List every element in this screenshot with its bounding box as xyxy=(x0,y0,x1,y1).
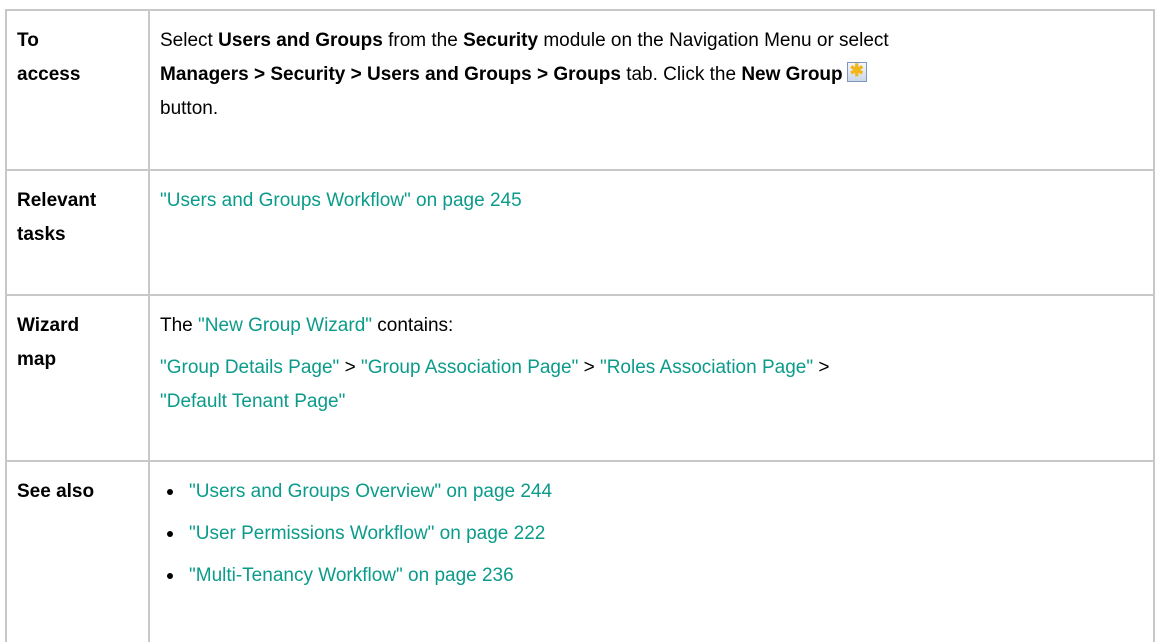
users-and-groups-overview-link[interactable]: "Users and Groups Overview" on page 244 xyxy=(189,481,552,502)
multi-tenancy-workflow-link[interactable]: "Multi-Tenancy Workflow" on page 236 xyxy=(189,565,514,586)
separator: > xyxy=(813,357,830,378)
text: Select xyxy=(160,30,219,51)
roles-association-page-link[interactable]: "Roles Association Page" xyxy=(600,357,813,378)
text: module on the Navigation Menu or select xyxy=(538,30,889,51)
table-row: To access Select Users and Groups from t… xyxy=(5,9,1155,171)
access-line-2: Managers > Security > Users and Groups >… xyxy=(160,58,1143,92)
users-and-groups-workflow-link[interactable]: "Users and Groups Workflow" on page 245 xyxy=(160,190,522,211)
row-label-line: tasks xyxy=(17,224,66,245)
table-row: Relevant tasks "Users and Groups Workflo… xyxy=(5,169,1155,296)
row-label-line: Relevant xyxy=(17,190,97,211)
group-association-page-link[interactable]: "Group Association Page" xyxy=(361,357,578,378)
bullet-icon xyxy=(167,573,173,579)
bold-text: Users and Groups xyxy=(218,30,383,51)
access-line-1: Select Users and Groups from the Securit… xyxy=(160,24,1143,58)
row-content-see-also: "Users and Groups Overview" on page 244 … xyxy=(148,460,1155,642)
separator: > xyxy=(339,357,361,378)
row-content-tasks: "Users and Groups Workflow" on page 245 xyxy=(148,169,1155,296)
row-label-tasks: Relevant tasks xyxy=(5,169,150,296)
row-label-access: To access xyxy=(5,9,150,171)
bullet-icon xyxy=(167,531,173,537)
info-table: To access Select Users and Groups from t… xyxy=(5,9,1155,642)
wizard-steps: "Group Details Page" > "Group Associatio… xyxy=(160,351,1143,419)
default-tenant-page-link[interactable]: "Default Tenant Page" xyxy=(160,391,345,412)
row-content-wizard: The "New Group Wizard" contains: "Group … xyxy=(148,294,1155,462)
wizard-intro: The "New Group Wizard" contains: xyxy=(160,309,1143,343)
bold-text: Managers > Security > Users and Groups >… xyxy=(160,64,621,85)
group-details-page-link[interactable]: "Group Details Page" xyxy=(160,357,339,378)
bold-text: New Group xyxy=(741,64,843,85)
text: tab. Click the xyxy=(620,64,742,85)
table-row: Wizard map The "New Group Wizard" contai… xyxy=(5,294,1155,462)
row-label-line: Wizard xyxy=(17,315,80,336)
row-label-line: map xyxy=(17,349,57,370)
bullet-icon xyxy=(167,489,173,495)
list-item: "Multi-Tenancy Workflow" on page 236 xyxy=(160,559,1143,593)
text: contains: xyxy=(372,315,454,336)
row-label-line: access xyxy=(17,64,81,85)
row-label-wizard: Wizard map xyxy=(5,294,150,462)
row-label-line: See also xyxy=(17,481,95,502)
list-item: "User Permissions Workflow" on page 222 xyxy=(160,517,1143,551)
separator: > xyxy=(578,357,600,378)
new-group-wizard-link[interactable]: "New Group Wizard" xyxy=(198,315,372,336)
bold-text: Security xyxy=(463,30,539,51)
text: from the xyxy=(382,30,464,51)
list-item: "Users and Groups Overview" on page 244 xyxy=(160,475,1143,509)
table-row: See also "Users and Groups Overview" on … xyxy=(5,460,1155,642)
see-also-list: "Users and Groups Overview" on page 244 … xyxy=(160,475,1143,593)
new-group-icon: ✱ xyxy=(846,61,867,82)
row-content-access: Select Users and Groups from the Securit… xyxy=(148,9,1155,171)
text: The xyxy=(160,315,199,336)
row-label-line: To xyxy=(17,30,39,51)
access-line-3: button. xyxy=(160,98,219,119)
row-label-see-also: See also xyxy=(5,460,150,642)
user-permissions-workflow-link[interactable]: "User Permissions Workflow" on page 222 xyxy=(189,523,545,544)
